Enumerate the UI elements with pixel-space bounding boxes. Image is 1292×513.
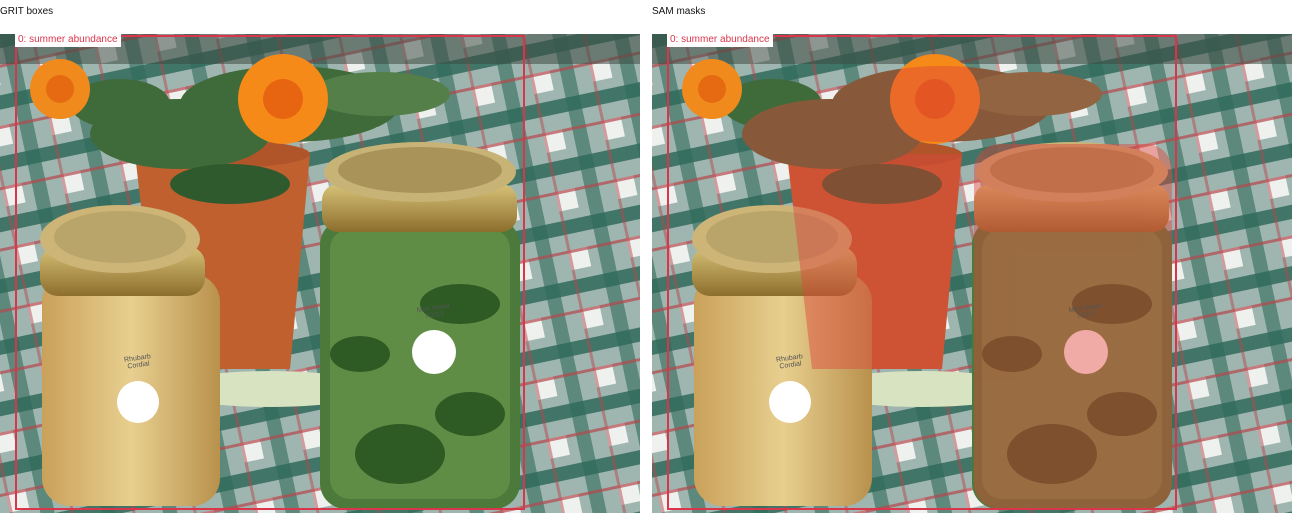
photo-jars-and-marigolds-masked [652, 34, 1292, 513]
photo-jars-and-marigolds [0, 34, 640, 513]
panel-title: SAM masks [652, 6, 706, 17]
detection-label: 0: summer abundance [667, 33, 773, 47]
sam-masks-panel: SAM masks Rhubarb Cordial Mint Water 7/2… [652, 0, 1292, 513]
grit-boxes-panel: GRIT boxes Rhubarb Cordial Mint Water 7/… [0, 0, 640, 513]
detection-label: 0: summer abundance [15, 33, 121, 47]
panel-title: GRIT boxes [0, 6, 54, 17]
